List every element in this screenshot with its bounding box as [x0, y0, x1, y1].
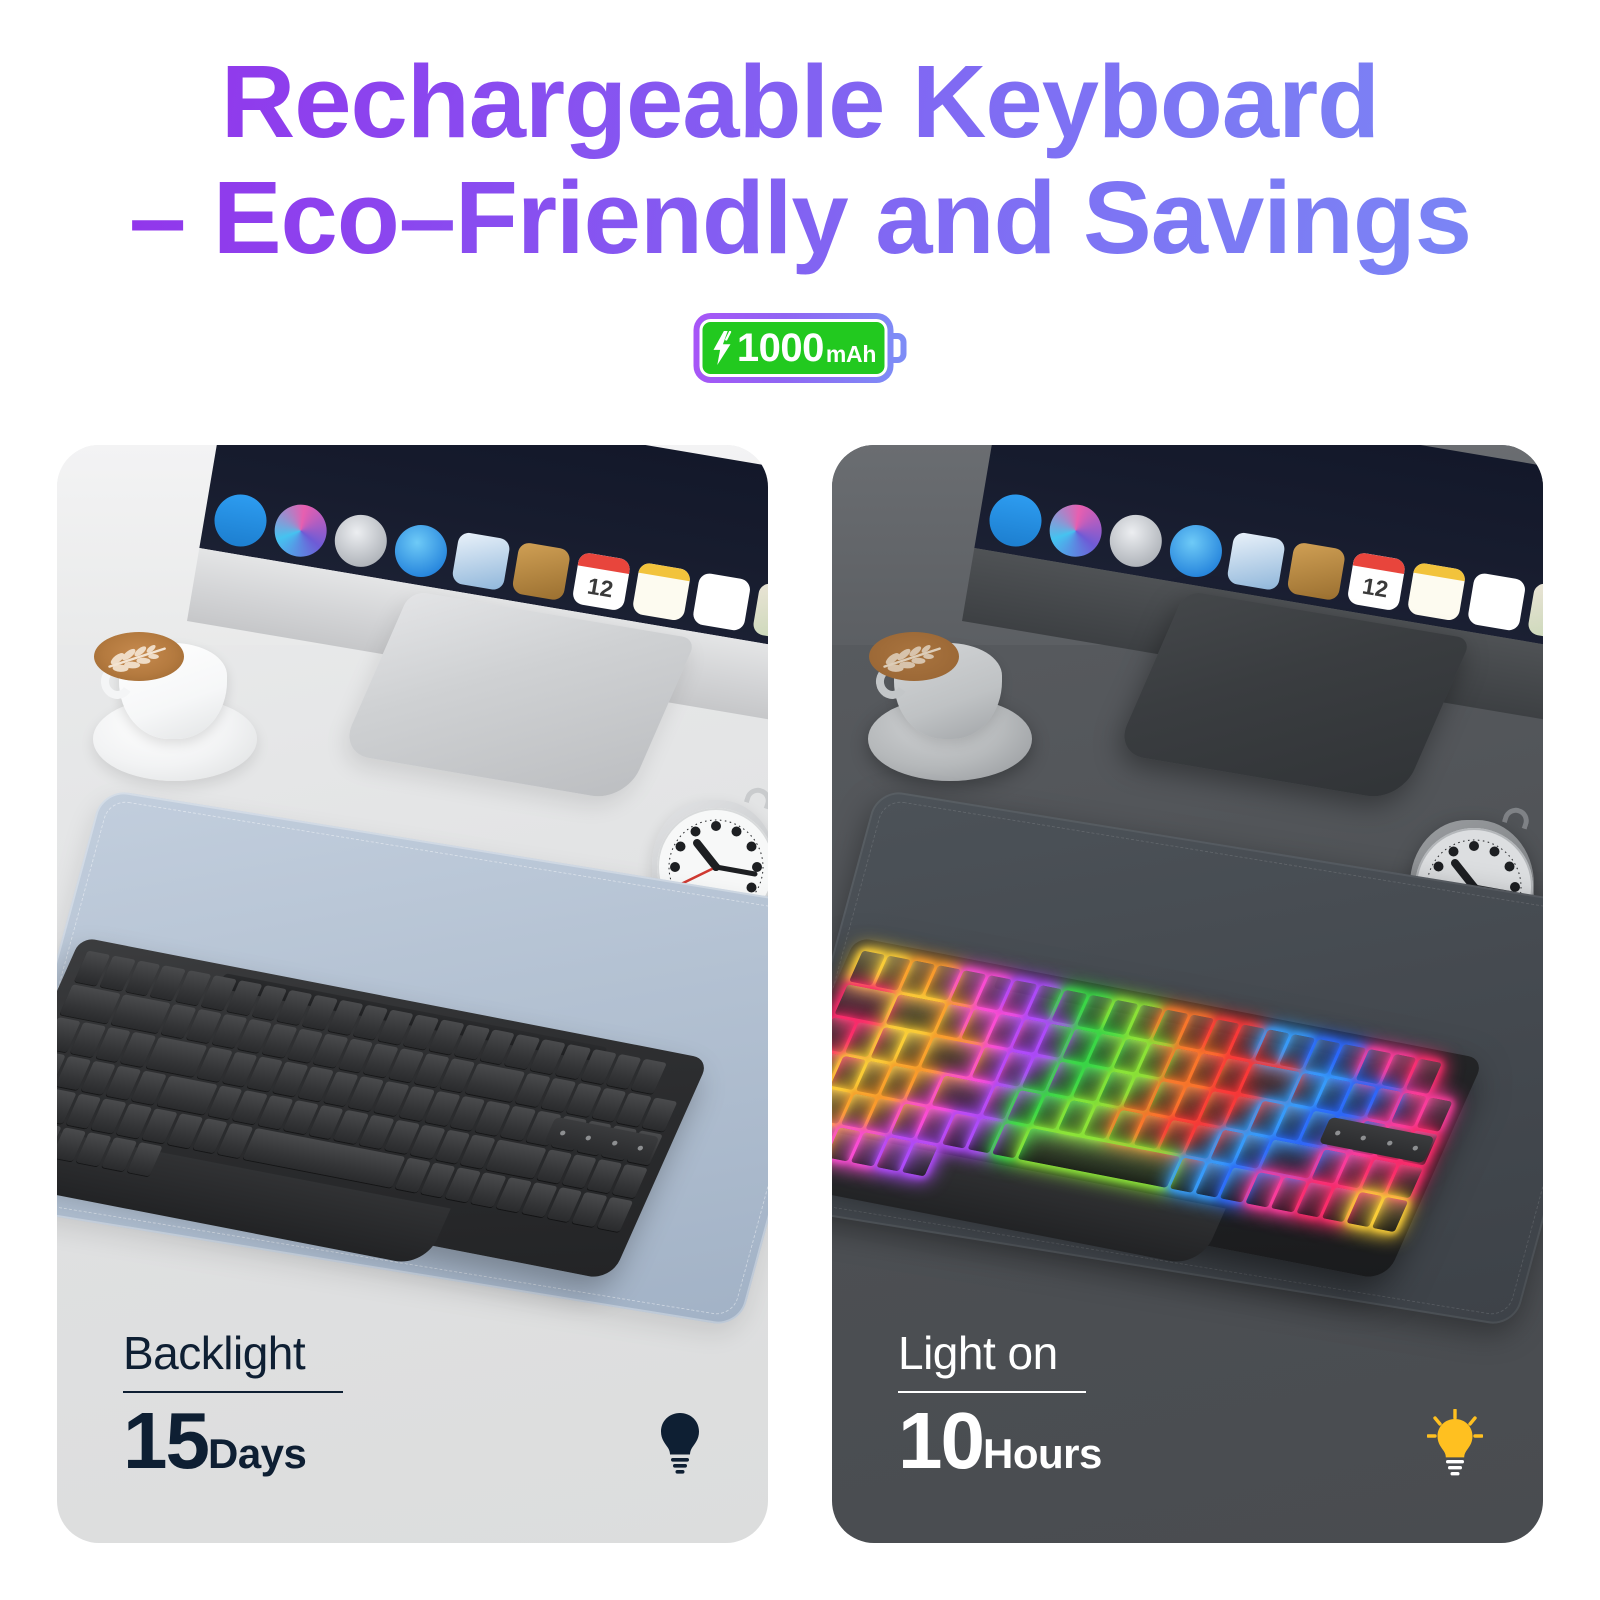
rosetta-latte-art-icon: [108, 644, 166, 672]
battery-terminal-nub: [892, 333, 907, 363]
panel-backlight-on: 12 Light on 10 Hours: [832, 445, 1543, 1543]
caps-lock-indicator-icon: [1386, 1139, 1394, 1146]
dock-icon-calendar: 12: [1346, 551, 1407, 612]
keyboard-key: [145, 1036, 208, 1077]
latte-crema: [869, 632, 959, 681]
keyboard-key: [1260, 1138, 1322, 1179]
dock-icon: [270, 500, 331, 561]
coffee-cup: [860, 625, 1040, 790]
num-lock-indicator-icon: [1412, 1144, 1420, 1151]
dock-icon: [1466, 571, 1527, 632]
caption-backlight-off: Backlight 15 Days: [123, 1326, 343, 1481]
dock-icon: [1165, 521, 1226, 582]
coffee-cup: [85, 625, 265, 790]
keyboard-key: [931, 1074, 993, 1115]
caption-divider: [898, 1391, 1086, 1393]
keyboard-key: [464, 1062, 526, 1103]
dock-icon: [451, 531, 512, 592]
dock-icon: [1286, 541, 1347, 602]
caption-label: Backlight: [123, 1327, 306, 1379]
lightbulb-off-icon: [661, 1413, 699, 1474]
keyboard-key: [156, 1074, 218, 1115]
dock-icon-calendar: 12: [571, 551, 632, 612]
dock-icon: [1226, 531, 1287, 592]
caption-backlight-on: Light on 10 Hours: [898, 1326, 1102, 1481]
dock-icon: [985, 490, 1046, 551]
battery-outline: 1000 mAh: [693, 313, 894, 383]
num-lock-indicator-icon: [637, 1144, 645, 1151]
caps-lock-indicator-icon: [611, 1139, 619, 1146]
page-title: Rechargeable Keyboard – Eco–Friendly and…: [0, 44, 1600, 277]
battery-indicator-icon: [1360, 1134, 1368, 1141]
keyboard-key: [110, 993, 172, 1034]
dock-icon: [210, 490, 271, 551]
caption-divider: [123, 1391, 343, 1393]
keyboard-key: [885, 993, 947, 1034]
dock-icon: [751, 582, 768, 643]
battery-capacity-badge: 1000 mAh: [693, 313, 907, 383]
caption-number: 15: [123, 1396, 210, 1485]
caption-value: 15 Days: [123, 1401, 343, 1481]
latte-crema: [94, 632, 184, 681]
dock-icon: [631, 561, 692, 622]
caption-label: Light on: [898, 1327, 1058, 1379]
dock-icon: [1045, 500, 1106, 561]
battery-indicator-icon: [585, 1134, 593, 1141]
lightbulb-on-icon: [1427, 1409, 1483, 1476]
battery-capacity-value: 1000: [736, 326, 824, 370]
caption-number: 10: [898, 1396, 985, 1485]
dock-icon: [1526, 582, 1543, 643]
lightning-bolt-icon: [713, 331, 732, 365]
battery-capacity-unit: mAh: [825, 340, 877, 367]
caption-unit: Days: [207, 1430, 307, 1477]
panel-backlight-off: 12 Backlight 15 Days: [57, 445, 768, 1543]
dock-icon: [330, 510, 391, 571]
dock-icon: [1406, 561, 1467, 622]
dock-icon: [1105, 510, 1166, 571]
keyboard-key: [485, 1138, 547, 1179]
caption-unit: Hours: [982, 1430, 1102, 1477]
battery-fill: 1000 mAh: [699, 319, 888, 377]
dock-icon: [691, 571, 752, 632]
caption-value: 10 Hours: [898, 1401, 1102, 1481]
product-marketing-image: Rechargeable Keyboard – Eco–Friendly and…: [0, 0, 1600, 1600]
power-indicator-icon: [1334, 1129, 1342, 1136]
power-indicator-icon: [559, 1129, 567, 1136]
dock-icon: [511, 541, 572, 602]
keyboard-key: [1239, 1062, 1301, 1103]
dock-icon: [390, 521, 451, 582]
keyboard-key: [920, 1036, 983, 1077]
rosetta-latte-art-icon: [883, 644, 941, 672]
